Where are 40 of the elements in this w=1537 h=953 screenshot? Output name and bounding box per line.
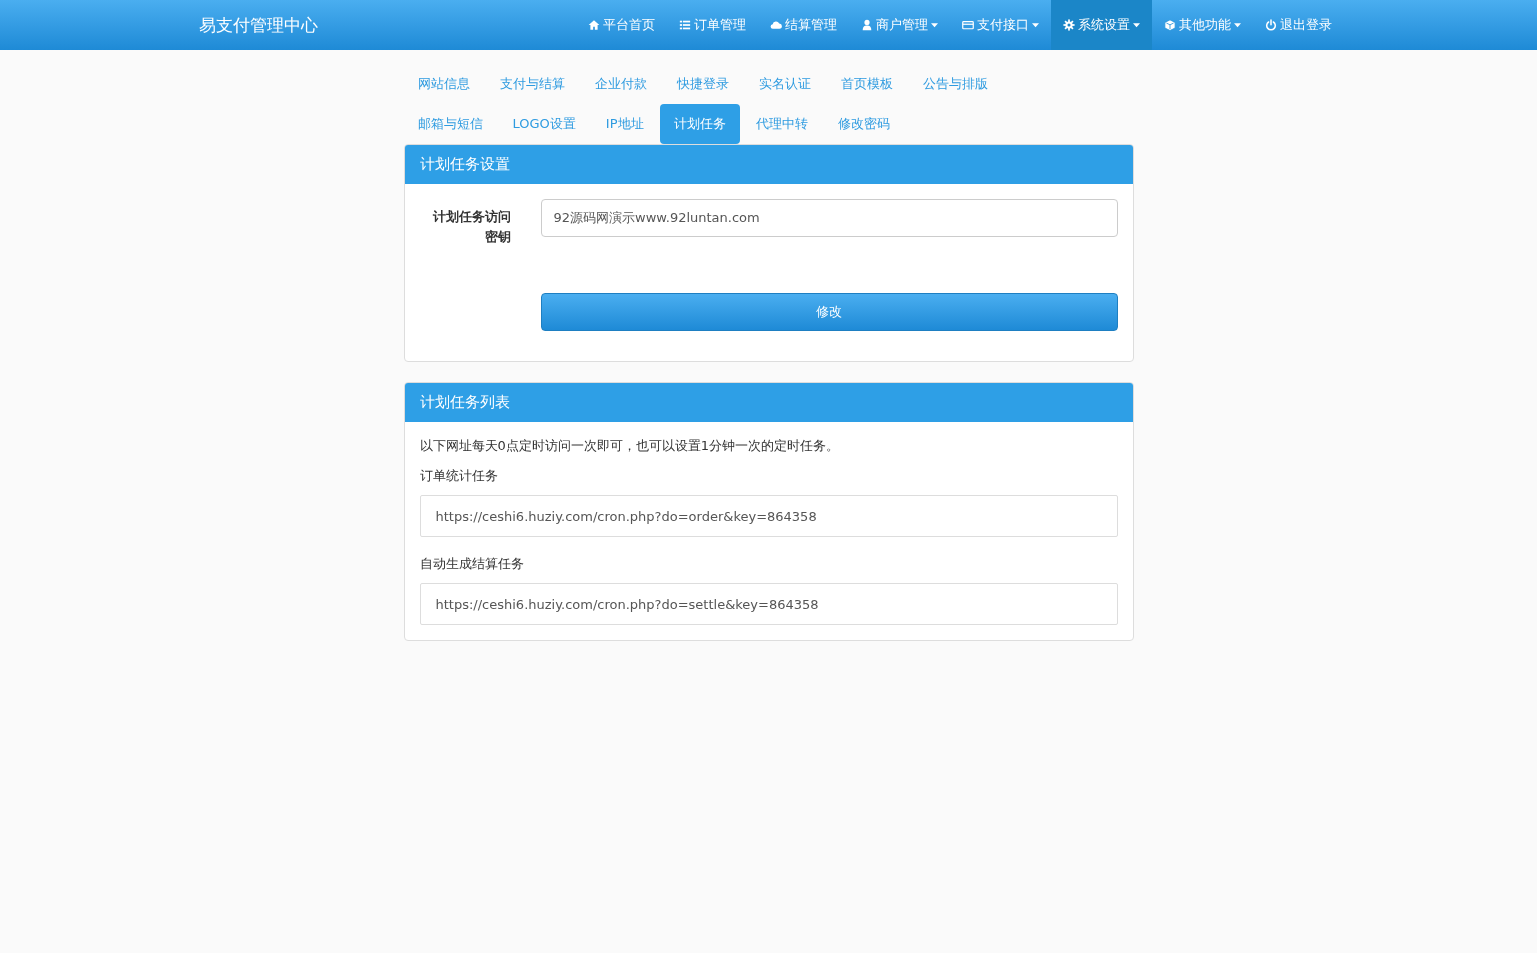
task-label: 自动生成结算任务 [419, 555, 525, 573]
brand-link[interactable]: 易支付管理中心 [183, 13, 504, 37]
task-label: 订单统计任务 [419, 467, 499, 485]
settings-tab[interactable]: 计划任务 [659, 104, 740, 144]
nav-item[interactable]: 平台首页 [575, 0, 667, 50]
note-text: 以下网址每天0点定时访问一次即可，也可以设置1分钟一次的定时任务。 [419, 437, 841, 455]
cube-icon [1163, 19, 1176, 31]
url-field[interactable]: https://ceshi6.huziy.com/cron.php?do=settle&key=864358 [419, 583, 1118, 625]
nav-item[interactable]: 退出登录 [1252, 0, 1344, 50]
url-field[interactable]: https://ceshi6.huziy.com/cron.php?do=order&key=864358 [419, 495, 1118, 537]
nav-item[interactable]: 其他功能 [1151, 0, 1253, 50]
settings-tab[interactable]: 实名认证 [744, 64, 825, 104]
nav-item[interactable]: 订单管理 [666, 0, 758, 50]
nav-item[interactable]: 系统设置 [1050, 0, 1152, 50]
settings-tab[interactable]: 邮箱与短信 [403, 104, 497, 144]
nav-item[interactable]: 商户管理 [848, 0, 950, 50]
settings-tab[interactable]: 首页模板 [826, 64, 907, 104]
panel-title: 计划任务列表 [404, 383, 1133, 422]
submit-button[interactable]: 修改 [540, 293, 1118, 331]
settings-tab[interactable]: IP地址 [591, 104, 658, 144]
settings-tab[interactable]: LOGO设置 [498, 104, 590, 144]
key-input-field[interactable]: 92源码网演示www.92luntan.com [540, 199, 1118, 237]
settings-tab[interactable]: 公告与排版 [908, 64, 1002, 104]
field-label: 计划任务访问密钥 [431, 208, 511, 246]
credit-card-icon [961, 19, 974, 31]
nav-item[interactable]: 结算管理 [757, 0, 849, 50]
settings-tab[interactable]: 代理中转 [741, 104, 822, 144]
settings-icon [1062, 19, 1075, 31]
settings-tab[interactable]: 网站信息 [403, 64, 484, 104]
settings-tab[interactable]: 支付与结算 [485, 64, 579, 104]
settings-tab[interactable]: 修改密码 [823, 104, 904, 144]
settings-tab[interactable]: 企业付款 [580, 64, 661, 104]
power-icon [1264, 19, 1277, 31]
nav-item[interactable]: 支付接口 [949, 0, 1051, 50]
list-icon [678, 19, 691, 31]
settings-tab[interactable]: 快捷登录 [662, 64, 743, 104]
home-icon [587, 19, 600, 31]
cloud-icon [769, 19, 782, 31]
panel-title: 计划任务设置 [404, 145, 1133, 184]
user-icon [860, 19, 873, 31]
